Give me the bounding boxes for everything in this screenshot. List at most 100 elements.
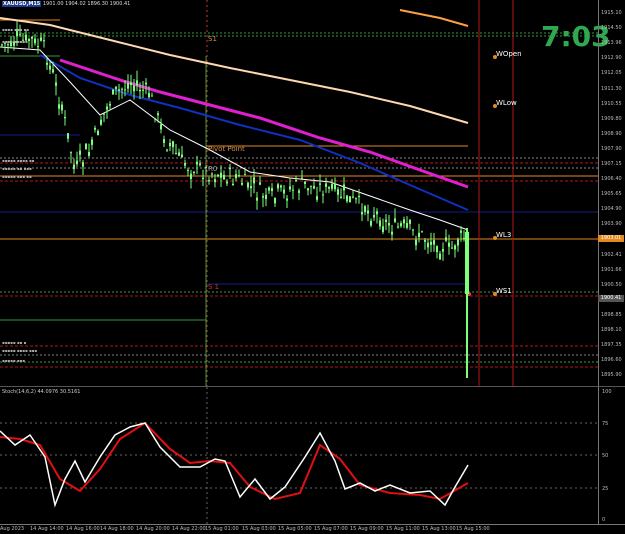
price-tick-label: 1909.80 (601, 115, 622, 122)
candle-body (310, 185, 312, 187)
price-axis[interactable]: 1915.10 1914.50 1913.96 1912.90 1912.05 1911.… (598, 0, 625, 386)
candle-body (70, 152, 72, 154)
candle-body (64, 116, 66, 119)
candle-body (79, 150, 81, 155)
candle-body (331, 183, 333, 189)
candle-body (43, 40, 45, 42)
candle-body (178, 152, 180, 156)
candle-body (328, 187, 330, 189)
candle-body (400, 223, 402, 227)
candle-body (412, 229, 414, 231)
ma-fast-line (0, 46, 469, 231)
price-tick-label: 1910.55 (601, 100, 622, 107)
candle-body (268, 187, 270, 191)
level-label-wopen: WOpen (496, 50, 522, 58)
candle-body (19, 34, 21, 36)
main-chart-pane[interactable]: XAUUSD,M15 1901.00 1904.02 1896.30 1900.… (0, 0, 611, 386)
candle-body (463, 237, 465, 239)
candle-body (340, 196, 342, 198)
candle-body (361, 212, 363, 215)
indicator-tag: ▪▪▪▪▪ ▪▪▪▪ ▪▪ (2, 158, 35, 163)
candle-body (28, 38, 30, 42)
indicator-tag: ▪▪▪▪ ▪▪▪▪▪ (2, 39, 28, 44)
stochastic-pane[interactable]: Stoch(14,6,2) 44.0976 30.5161 (0, 386, 598, 525)
time-tick-label: 15 Aug 03:00 (242, 526, 276, 532)
candle-body (265, 194, 267, 200)
candle-body (436, 246, 438, 253)
candle-body (202, 177, 204, 180)
candle-body (376, 211, 378, 215)
symbol-label: XAUUSD,M15 (2, 1, 42, 7)
candle-body (124, 89, 126, 91)
candle-body (157, 113, 159, 116)
candle-body (247, 182, 249, 188)
stochastic-tick-label: 75 (602, 421, 609, 427)
level-label-pivot-point: Pivot Point (208, 145, 245, 153)
level-label-s1-top: S1 (208, 35, 217, 43)
stochastic-chart[interactable] (0, 387, 598, 525)
level-label-wlow: WLow (496, 99, 517, 107)
candle-body (346, 195, 348, 202)
candle-body (223, 174, 225, 180)
candle-body (118, 89, 120, 91)
indicator-tag: ▪▪▪▪▪ ▪▪▪ ▪▪ (2, 174, 32, 179)
candle-body (253, 177, 255, 184)
candle-body (199, 163, 201, 166)
price-tick-label: 1903.90 (601, 221, 622, 228)
price-tick-label: 1905.65 (601, 191, 622, 198)
candle-body (283, 189, 285, 194)
candle-body (370, 220, 372, 226)
candle-body (316, 196, 318, 200)
candle-body (97, 130, 99, 136)
candle-body (100, 119, 102, 125)
level-label-wl3: WL3 (496, 231, 512, 239)
candle-body (451, 247, 453, 249)
candle-body (424, 239, 426, 242)
stochastic-tick-label: 25 (602, 486, 609, 492)
candle-body (235, 174, 237, 179)
candle-body (352, 196, 354, 198)
candle-body (130, 82, 132, 86)
candle-body (226, 181, 228, 184)
candle-body (142, 89, 144, 91)
candle-body (88, 152, 90, 156)
candle-body (358, 196, 360, 198)
candle-body (61, 104, 63, 111)
candle-body (7, 44, 9, 46)
indicator-tag: ▪▪▪▪▪ ▪▪▪▪ ▪▪▪ (2, 348, 38, 353)
candle-body (151, 95, 153, 97)
candle-body (406, 223, 408, 228)
candle-body (454, 245, 456, 250)
time-tick-label: 14 Aug 22:00 (172, 526, 206, 532)
candle-body (421, 231, 423, 233)
price-tick-label: 1907.15 (601, 161, 622, 167)
candle-body (286, 198, 288, 201)
candle-body (211, 173, 213, 175)
time-tick-label: 14 Aug 16:00 (66, 526, 100, 532)
ma-slow-line (0, 17, 469, 124)
candle-body (442, 248, 444, 252)
candle-body (229, 167, 231, 170)
candle-body (187, 169, 189, 171)
price-tick-label: 1901.66 (601, 266, 622, 273)
candle-body (136, 80, 138, 86)
candle-body (34, 38, 36, 44)
candle-body (232, 183, 234, 186)
candle-body (271, 188, 273, 192)
ma-orange-line (399, 9, 469, 27)
price-tick-label: 1906.40 (601, 176, 622, 183)
time-tick-label: 15 Aug 07:00 (314, 526, 348, 532)
stochastic-axis[interactable]: 100 75 50 25 0 (598, 386, 625, 525)
candle-body (382, 226, 384, 233)
candle-body (349, 196, 351, 203)
candle-body (46, 62, 48, 65)
candle-body (379, 220, 381, 227)
candle-body (103, 113, 105, 115)
candle-body (85, 143, 87, 150)
candle-body (403, 219, 405, 224)
ohlc-readout: 1901.00 1904.02 1896.30 1900.41 (42, 1, 131, 7)
candle-body (55, 82, 57, 86)
price-tick-label: 1913.96 (601, 40, 622, 47)
price-box-current: 1900.41 (598, 295, 624, 302)
price-tick-label: 1907.90 (601, 145, 622, 152)
